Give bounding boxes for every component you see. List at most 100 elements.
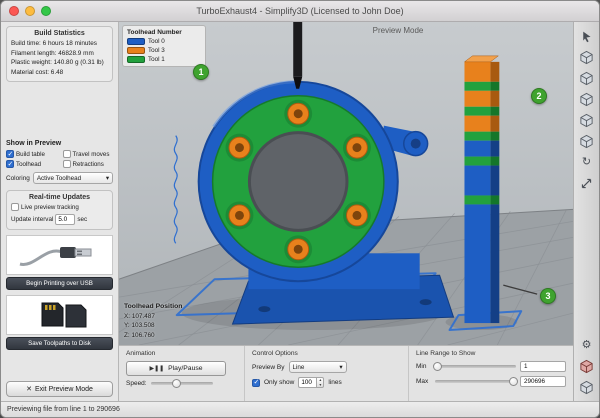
travel-moves-label: Travel moves [73,151,110,158]
play-pause-label: Play/Pause [168,365,202,372]
show-in-preview-title: Show in Preview [6,140,113,147]
checkbox-travel-moves[interactable]: Travel moves [63,150,113,158]
sd-card-image [6,295,113,335]
preview-sidebar: Build Statistics Build time: 6 hours 18 … [1,22,119,401]
title-bar: TurboExhaust4 - Simplify3D (Licensed to … [1,1,599,22]
min-slider-knob[interactable] [433,362,442,371]
tool1-color-swatch [127,56,145,63]
exit-icon: ✕ [26,385,32,393]
stepper-down-icon[interactable]: ▼ [317,383,323,388]
rotate-view-icon[interactable]: ↻ [578,154,596,170]
close-button[interactable] [9,6,19,16]
minimize-button[interactable] [25,6,35,16]
tool3-color-swatch [127,47,145,54]
max-slider-knob[interactable] [509,377,518,386]
coloring-label: Coloring [6,175,30,182]
only-show-label: Only show [264,379,294,386]
checkbox-live-preview-tracking[interactable]: Live preview tracking [11,203,108,211]
zoom-button[interactable] [41,6,51,16]
machine-control-icon[interactable] [578,379,596,395]
speed-slider-knob[interactable] [172,379,181,388]
animation-title: Animation [126,350,237,357]
update-interval-input[interactable] [55,214,75,225]
status-bar: Previewing file from line 1 to 290696 [1,401,599,417]
default-view-icon[interactable] [578,49,596,65]
checkbox-toolhead[interactable]: Toolhead [6,160,61,168]
travel-moves-checkbox[interactable] [63,150,71,158]
exit-preview-mode-button[interactable]: ✕ Exit Preview Mode [6,381,113,397]
build-table-checkbox[interactable] [6,150,14,158]
max-line-slider[interactable] [435,380,516,383]
cross-section-icon[interactable] [578,358,596,374]
build-statistics-title: Build Statistics [11,30,108,37]
legend-title: Toolhead Number [127,29,201,36]
toolhead-y: Y: 103.508 [124,322,155,329]
tool1-label: Tool 1 [148,56,165,63]
cursor-tool-icon[interactable] [578,28,596,44]
retractions-label: Retractions [73,161,104,168]
stepper-arrows[interactable]: ▲ ▼ [316,377,324,388]
min-line-value[interactable]: 1 [520,361,566,372]
control-options-group: Control Options Preview By Line ▾ Only s… [245,346,409,401]
lines-unit-label: lines [328,379,341,386]
toolhead-position-readout: Toolhead Position X: 107.487 Y: 103.508 … [124,302,182,340]
live-preview-checkbox[interactable] [11,203,19,211]
material-cost-stat: Material cost: 6.48 [11,68,108,78]
control-options-title: Control Options [252,350,401,357]
line-range-title: Line Range to Show [416,350,566,357]
plastic-weight-stat: Plastic weight: 140.80 g (0.31 lb) [11,58,108,68]
coloring-value: Active Toolhead [37,175,81,182]
only-show-lines-stepper[interactable]: ▲ ▼ [298,377,324,388]
realtime-updates-panel: Real-time Updates Live preview tracking … [6,190,113,230]
view-toolbar: ↻ ⚙ [573,22,599,401]
coloring-dropdown[interactable]: Active Toolhead ▾ [33,172,113,184]
only-show-lines-input[interactable] [298,377,316,388]
tool0-label: Tool 0 [148,38,165,45]
build-statistics-panel: Build Statistics Build time: 6 hours 18 … [6,26,113,82]
chevron-down-icon: ▾ [106,175,109,182]
scale-model-icon[interactable] [578,175,596,191]
filament-length-stat: Filament length: 46828.9 mm [11,49,108,59]
toolhead-label: Toolhead [16,161,41,168]
3d-preview-viewport[interactable]: Toolhead Number Tool 0 Tool 3 Tool 1 Pre… [119,22,573,345]
max-line-value[interactable]: 290696 [520,376,566,387]
save-toolpaths-button[interactable]: Save Toolpaths to Disk [6,337,113,350]
checkbox-build-table[interactable]: Build table [6,150,61,158]
play-pause-icon: ▶❚❚ [149,365,164,372]
striped-tower-model [464,56,499,323]
update-interval-unit: sec [77,216,87,223]
perspective-view-icon[interactable] [578,133,596,149]
preview-by-label: Preview By [252,364,285,371]
side-view-icon[interactable] [578,112,596,128]
max-label: Max [416,378,431,385]
legend-item-tool1: Tool 1 [127,56,201,63]
play-pause-button[interactable]: ▶❚❚ Play/Pause [126,361,226,376]
3d-scene [119,22,573,345]
begin-printing-usb-button[interactable]: Begin Printing over USB [6,277,113,290]
build-time-stat: Build time: 6 hours 18 minutes [11,39,108,49]
top-view-icon[interactable] [578,70,596,86]
settings-gear-icon[interactable]: ⚙ [578,337,596,353]
speed-slider[interactable] [151,382,213,385]
update-interval-label: Update interval [11,216,53,223]
app-window: TurboExhaust4 - Simplify3D (Licensed to … [0,0,600,418]
build-table-label: Build table [16,151,45,158]
preview-by-dropdown[interactable]: Line ▾ [289,361,347,373]
annotation-badge-2: 2 [531,88,547,104]
show-in-preview-section: Show in Preview Build table Travel moves… [6,138,113,184]
preview-mode-label: Preview Mode [373,26,424,35]
animation-group: Animation ▶❚❚ Play/Pause Speed: [119,346,245,401]
toolhead-checkbox[interactable] [6,160,14,168]
status-text: Previewing file from line 1 to 290696 [7,406,120,413]
only-show-checkbox[interactable] [252,379,260,387]
checkbox-retractions[interactable]: Retractions [63,160,113,168]
speed-label: Speed: [126,380,147,387]
chevron-down-icon: ▾ [339,364,342,371]
front-view-icon[interactable] [578,91,596,107]
tool3-label: Tool 3 [148,47,165,54]
retractions-checkbox[interactable] [63,160,71,168]
min-line-slider[interactable] [435,365,516,368]
toolhead-z: Z: 106.760 [124,332,155,339]
line-range-group: Line Range to Show Min 1 Max 290696 [409,346,573,401]
live-preview-label: Live preview tracking [21,204,79,211]
